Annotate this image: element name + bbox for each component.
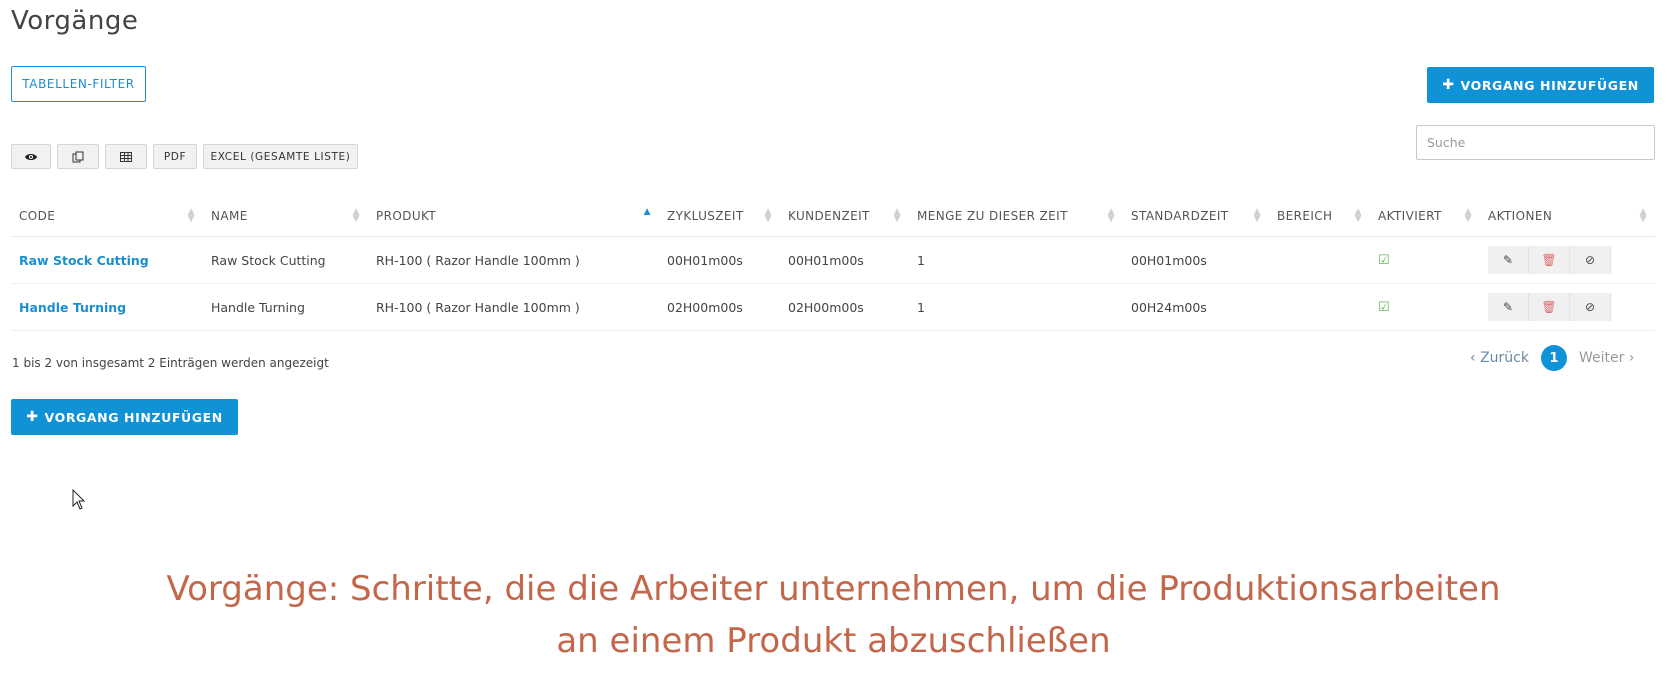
caption: Vorgänge: Schritte, die die Arbeiter unt…: [0, 563, 1667, 667]
sort-icon: ▲ ▼: [352, 207, 360, 224]
cell-produkt: RH-100 ( Razor Handle 100mm ): [368, 283, 659, 331]
search-input[interactable]: [1416, 125, 1655, 160]
column-header-kundenzeit[interactable]: KUNDENZEIT ▲ ▼: [780, 196, 909, 237]
sort-icon: ▲ ▼: [893, 207, 901, 224]
table-row: Handle Turning Handle Turning RH-100 ( R…: [11, 283, 1655, 331]
export-toolbar: PDF EXCEL (GESAMTE LISTE): [11, 144, 358, 169]
column-header-aktiviert[interactable]: AKTIVIERT ▲ ▼: [1370, 196, 1480, 237]
pdf-button[interactable]: PDF: [153, 144, 197, 169]
cell-bereich: [1269, 283, 1370, 331]
add-vorgang-button-bottom[interactable]: ✚ VORGANG HINZUFÜGEN: [11, 399, 238, 435]
cell-zykluszeit: 00H01m00s: [659, 236, 780, 284]
copy-button[interactable]: [57, 144, 99, 169]
checked-icon: ☑: [1378, 253, 1390, 268]
cell-zykluszeit: 02H00m00s: [659, 283, 780, 331]
copy-icon: [72, 151, 84, 162]
cell-aktiviert: ☑: [1370, 283, 1480, 331]
edit-icon[interactable]: ✎: [1488, 246, 1529, 274]
column-header-bereich[interactable]: BEREICH ▲ ▼: [1269, 196, 1370, 237]
prev-page-link[interactable]: ‹ Zurück: [1470, 350, 1529, 366]
vorgaenge-table: CODE ▲ ▼ NAME ▲ ▼ PRODUKT ▲ ▼ ZYKLUSZEIT ▲ ▼ KUN…: [11, 196, 1655, 331]
caption-line-1: Vorgänge: Schritte, die die Arbeiter unt…: [166, 569, 1501, 609]
add-vorgang-button-top[interactable]: ✚ VORGANG HINZUFÜGEN: [1427, 67, 1654, 103]
csv-button[interactable]: [105, 144, 147, 169]
cell-menge: 1: [909, 283, 1123, 331]
caption-line-2: an einem Produkt abzuschließen: [556, 621, 1111, 661]
column-header-standardzeit[interactable]: STANDARDZEIT ▲ ▼: [1123, 196, 1269, 237]
cell-menge: 1: [909, 236, 1123, 284]
trash-icon[interactable]: 🗑: [1529, 293, 1570, 321]
current-page[interactable]: 1: [1540, 345, 1567, 371]
sort-icon: ▲ ▼: [1253, 207, 1261, 224]
code-link[interactable]: Raw Stock Cutting: [19, 253, 149, 268]
sort-icon: ▲ ▼: [764, 207, 772, 224]
mouse-cursor-icon: [72, 489, 86, 510]
sort-icon: ▲ ▼: [1107, 207, 1115, 224]
plus-icon: ✚: [26, 409, 39, 425]
table-header-row: CODE ▲ ▼ NAME ▲ ▼ PRODUKT ▲ ▼ ZYKLUSZEIT ▲ ▼ KUN…: [11, 196, 1655, 237]
column-header-produkt[interactable]: PRODUKT ▲ ▼: [368, 196, 659, 237]
trash-icon[interactable]: 🗑: [1529, 246, 1570, 274]
add-vorgang-label: VORGANG HINZUFÜGEN: [44, 409, 223, 425]
page-title: Vorgänge: [11, 6, 139, 36]
cell-name: Handle Turning: [203, 283, 368, 331]
cell-aktionen: ✎ 🗑 ⊘: [1480, 283, 1655, 331]
table-info: 1 bis 2 von insgesamt 2 Einträgen werden…: [12, 356, 329, 370]
pagination: ‹ Zurück 1 Weiter ›: [1470, 345, 1634, 371]
ban-icon[interactable]: ⊘: [1570, 293, 1611, 321]
column-header-name[interactable]: NAME ▲ ▼: [203, 196, 368, 237]
cell-produkt: RH-100 ( Razor Handle 100mm ): [368, 236, 659, 284]
cell-kundenzeit: 02H00m00s: [780, 283, 909, 331]
plus-icon: ✚: [1442, 77, 1455, 93]
sort-icon: ▲ ▼: [1464, 207, 1472, 224]
excel-button[interactable]: EXCEL (GESAMTE LISTE): [203, 144, 358, 169]
edit-icon[interactable]: ✎: [1488, 293, 1529, 321]
code-link[interactable]: Handle Turning: [19, 300, 126, 315]
sort-asc-icon: ▲ ▼: [643, 207, 651, 224]
cell-name: Raw Stock Cutting: [203, 236, 368, 284]
sort-icon: ▲ ▼: [1639, 207, 1647, 224]
add-vorgang-label: VORGANG HINZUFÜGEN: [1460, 77, 1639, 93]
table-row: Raw Stock Cutting Raw Stock Cutting RH-1…: [11, 236, 1655, 284]
table-icon: [120, 151, 132, 162]
eye-icon: [25, 153, 37, 160]
next-page-link[interactable]: Weiter ›: [1579, 350, 1634, 366]
cell-standardzeit: 00H24m00s: [1123, 283, 1269, 331]
ban-icon[interactable]: ⊘: [1570, 246, 1611, 274]
column-header-code[interactable]: CODE ▲ ▼: [11, 196, 203, 237]
table-filter-button[interactable]: TABELLEN-FILTER: [11, 66, 146, 102]
sort-icon: ▲ ▼: [1354, 207, 1362, 224]
column-header-menge[interactable]: MENGE ZU DIESER ZEIT ▲ ▼: [909, 196, 1123, 237]
column-header-aktionen[interactable]: AKTIONEN ▲ ▼: [1480, 196, 1655, 237]
cell-standardzeit: 00H01m00s: [1123, 236, 1269, 284]
column-visibility-button[interactable]: [11, 144, 51, 169]
cell-bereich: [1269, 236, 1370, 284]
cell-kundenzeit: 00H01m00s: [780, 236, 909, 284]
sort-icon: ▲ ▼: [187, 207, 195, 224]
column-header-zykluszeit[interactable]: ZYKLUSZEIT ▲ ▼: [659, 196, 780, 237]
cell-aktionen: ✎ 🗑 ⊘: [1480, 236, 1655, 284]
cell-aktiviert: ☑: [1370, 236, 1480, 284]
checked-icon: ☑: [1378, 300, 1390, 315]
